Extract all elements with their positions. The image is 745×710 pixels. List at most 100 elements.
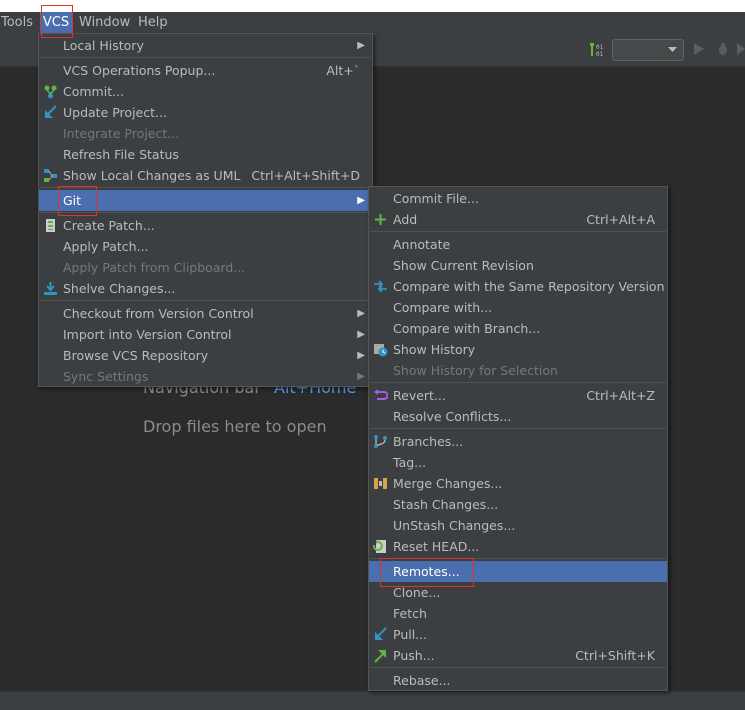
menu-item-label: Show History for Selection [393,363,558,378]
menu-separator [370,428,666,429]
menu-item-label: Show Local Changes as UML [63,168,241,183]
debug-icon[interactable] [716,42,730,56]
git-commit-file[interactable]: Commit File... [369,188,667,209]
git-show-history[interactable]: Show History [369,339,667,360]
submenu-arrow-icon: ▶ [357,195,365,206]
git-stash-changes[interactable]: Stash Changes... [369,494,667,515]
menu-item-label: Commit... [63,84,125,99]
vcs-create-patch[interactable]: Create Patch... [39,215,372,236]
menu-item-label: Stash Changes... [393,497,499,512]
git-compare-same-version[interactable]: Compare with the Same Repository Version [369,276,667,297]
coverage-icon[interactable] [736,42,745,56]
shelve-icon [44,282,57,295]
menu-tools[interactable]: Tools [0,12,36,34]
menu-item-shortcut: Ctrl+Alt+Z [586,388,655,403]
annotation-box-remotes [380,558,474,587]
submenu-arrow-icon: ▶ [357,40,365,51]
menu-item-label: Resolve Conflicts... [393,409,512,424]
drop-files-hint: Drop files here to open [143,417,327,436]
vcs-commit[interactable]: Commit... [39,81,372,102]
run-configuration-select[interactable] [612,39,684,61]
menu-item-label: Rebase... [393,673,451,688]
menu-item-label: Tag... [393,455,427,470]
menu-item-label: Add [393,212,418,227]
menu-item-shortcut: Ctrl+Shift+K [575,648,655,663]
menu-item-label: UnStash Changes... [393,518,516,533]
vcs-shelve-changes[interactable]: Shelve Changes... [39,278,372,299]
git-add[interactable]: Add Ctrl+Alt+A [369,209,667,230]
git-merge-changes[interactable]: Merge Changes... [369,473,667,494]
window-top-strip [0,0,745,12]
menu-item-label: Fetch [393,606,427,621]
git-compare-with[interactable]: Compare with... [369,297,667,318]
git-fetch[interactable]: Fetch [369,603,667,624]
menu-separator [370,231,666,232]
menu-item-label: Pull... [393,627,428,642]
vcs-local-history[interactable]: Local History ▶ [39,35,372,56]
svg-text:01: 01 [596,44,604,51]
menu-item-label: Push... [393,648,435,663]
merge-icon [374,478,387,489]
branches-icon [374,435,387,448]
menu-item-label: Reset HEAD... [393,539,480,554]
history-icon [374,344,388,357]
git-compare-with-branch[interactable]: Compare with Branch... [369,318,667,339]
push-icon [374,650,386,663]
vcs-import[interactable]: Import into Version Control ▶ [39,324,372,345]
vcs-checkout[interactable]: Checkout from Version Control ▶ [39,303,372,324]
menu-item-label: Show History [393,342,476,357]
status-bar [0,691,745,710]
vcs-operations-popup[interactable]: VCS Operations Popup... Alt+` [39,60,372,81]
vcs-refresh-file-status[interactable]: Refresh File Status [39,144,372,165]
vcs-apply-patch[interactable]: Apply Patch... [39,236,372,257]
git-annotate[interactable]: Annotate [369,234,667,255]
menu-item-label: Apply Patch... [63,239,149,254]
git-rebase[interactable]: Rebase... [369,670,667,691]
vcs-integrate-project: Integrate Project... [39,123,372,144]
update-project-icon [45,105,57,118]
git-revert[interactable]: Revert... Ctrl+Alt+Z [369,385,667,406]
git-push[interactable]: Push... Ctrl+Shift+K [369,645,667,666]
menu-item-label: VCS Operations Popup... [63,63,216,78]
reset-head-icon [373,540,386,553]
menu-separator [40,300,371,301]
vcs-sync-settings: Sync Settings ▶ [39,366,372,387]
uml-icon [44,169,57,182]
git-branches[interactable]: Branches... [369,431,667,452]
git-pull[interactable]: Pull... [369,624,667,645]
git-resolve-conflicts[interactable]: Resolve Conflicts... [369,406,667,427]
git-show-current-revision[interactable]: Show Current Revision [369,255,667,276]
menu-item-label: Compare with... [393,300,493,315]
vcs-update-project[interactable]: Update Project... [39,102,372,123]
menu-help[interactable]: Help [138,12,168,34]
main-menu-bar: Tools VCS Window Help [0,12,745,34]
submenu-arrow-icon: ▶ [357,308,365,319]
menu-item-shortcut: Ctrl+Alt+A [586,212,655,227]
vcs-show-local-changes-uml[interactable]: Show Local Changes as UML Ctrl+Alt+Shift… [39,165,372,186]
menu-item-label: Refresh File Status [63,147,179,162]
annotation-box-vcs [41,5,73,38]
menu-window[interactable]: Window [79,12,130,34]
submenu-arrow-icon: ▶ [357,350,365,361]
menu-item-label: Compare with Branch... [393,321,541,336]
add-icon [375,214,386,225]
menu-item-label: Annotate [393,237,451,252]
run-icon[interactable] [692,42,706,56]
compare-icon [374,280,387,293]
binary-counter-icon[interactable]: 01 01 [590,41,606,59]
annotation-box-git [58,186,97,216]
git-tag[interactable]: Tag... [369,452,667,473]
menu-separator [370,382,666,383]
menu-item-label: Compare with the Same Repository Version [393,279,665,294]
menu-item-label: Revert... [393,388,446,403]
menu-item-label: Commit File... [393,191,479,206]
menu-item-label: Import into Version Control [63,327,232,342]
menu-item-shortcut: Alt+` [326,63,360,78]
vcs-apply-patch-clipboard: Apply Patch from Clipboard... [39,257,372,278]
commit-icon [44,85,57,99]
menu-item-label: Shelve Changes... [63,281,176,296]
menu-item-label: Apply Patch from Clipboard... [63,260,246,275]
git-unstash-changes[interactable]: UnStash Changes... [369,515,667,536]
vcs-browse-repository[interactable]: Browse VCS Repository ▶ [39,345,372,366]
git-reset-head[interactable]: Reset HEAD... [369,536,667,557]
